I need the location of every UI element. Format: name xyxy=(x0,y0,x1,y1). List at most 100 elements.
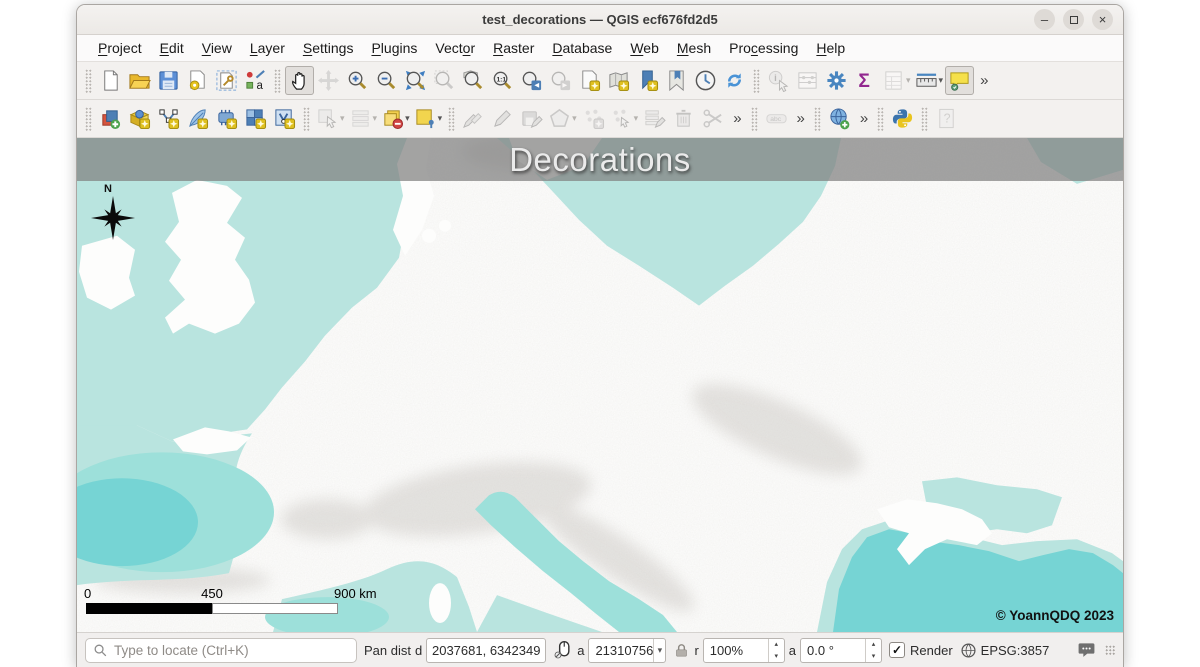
magnifier-spinner[interactable]: ▴▾ xyxy=(768,639,784,662)
locator-search[interactable] xyxy=(85,638,357,663)
new-geopackage-layer-button[interactable] xyxy=(125,104,154,133)
zoom-full-button[interactable] xyxy=(401,66,430,95)
menu-web[interactable]: Web xyxy=(621,37,668,59)
menu-plugins[interactable]: Plugins xyxy=(362,37,426,59)
new-virtual-layer-button[interactable] xyxy=(270,104,299,133)
scale-dropdown-arrow[interactable]: ▾ xyxy=(653,639,665,662)
vertex-tool-button[interactable] xyxy=(579,104,608,133)
zoom-in-button[interactable] xyxy=(343,66,372,95)
new-project-icon xyxy=(99,69,122,92)
rotation-spinner[interactable]: ▴▾ xyxy=(865,639,881,662)
zoom-out-button[interactable] xyxy=(372,66,401,95)
cut-features-button[interactable] xyxy=(698,104,727,133)
minimize-button[interactable]: – xyxy=(1034,9,1055,30)
menu-help[interactable]: Help xyxy=(807,37,854,59)
new-raster-layer-button[interactable] xyxy=(241,104,270,133)
pan-map-button[interactable] xyxy=(285,66,314,95)
zoom-last-button[interactable] xyxy=(517,66,546,95)
new-project-button[interactable] xyxy=(96,66,125,95)
render-checkbox[interactable]: ✓ xyxy=(889,642,905,658)
labels-toolbar-button[interactable]: abc xyxy=(762,104,791,133)
maximize-button[interactable] xyxy=(1063,9,1084,30)
project-properties-button[interactable] xyxy=(212,66,241,95)
vertex-tool-active-layer-button[interactable]: ▾ xyxy=(608,104,641,133)
measure-dropdown-arrow[interactable]: ▾ xyxy=(939,75,944,86)
crs-status[interactable]: EPSG:3857 xyxy=(960,642,1050,659)
temporal-controller-button[interactable] xyxy=(691,66,720,95)
map-canvas[interactable]: Decorations N 0 450 900 km © YoannQDQ 20… xyxy=(77,138,1123,632)
data-source-manager-icon xyxy=(99,107,122,130)
new-layout-template-button[interactable] xyxy=(183,66,212,95)
layout-manager-button[interactable] xyxy=(604,66,633,95)
locator-input[interactable] xyxy=(114,643,350,658)
add-polygon-button[interactable]: ▾ xyxy=(546,104,579,133)
select-features-dropdown-arrow[interactable]: ▾ xyxy=(340,113,345,124)
modify-attributes-button[interactable] xyxy=(640,104,669,133)
menu-view[interactable]: View xyxy=(193,37,241,59)
deselect-features-dropdown-arrow[interactable]: ▾ xyxy=(373,113,378,124)
title-bar[interactable]: test_decorations — QGIS ecf676fd2d5 – × xyxy=(77,5,1123,35)
new-spatialite-layer-button[interactable] xyxy=(183,104,212,133)
new-mesh-layer-button[interactable] xyxy=(212,104,241,133)
field-calculator-dropdown-arrow[interactable]: ▾ xyxy=(906,75,911,86)
mouse-extents-toggle[interactable] xyxy=(553,640,573,660)
measure-button[interactable]: ▾ xyxy=(913,66,946,95)
save-edits-button[interactable] xyxy=(517,104,546,133)
open-project-button[interactable] xyxy=(125,66,154,95)
coordinate-box[interactable]: 2037681, 6342349 xyxy=(426,638,546,663)
menu-project[interactable]: Project xyxy=(89,37,151,59)
new-shapefile-layer-button[interactable] xyxy=(154,104,183,133)
save-project-button[interactable] xyxy=(154,66,183,95)
open-layer-options-button[interactable]: ▾ xyxy=(379,104,412,133)
rotation-spinbox[interactable]: 0.0 ° ▴▾ xyxy=(800,638,882,663)
scale-combobox[interactable]: 21310756 ▾ xyxy=(588,638,666,663)
pan-to-selection-button[interactable] xyxy=(314,66,343,95)
statistics-button[interactable]: Σ xyxy=(851,66,880,95)
new-annotation-dropdown-arrow[interactable]: ▾ xyxy=(438,113,443,124)
processing-toolbox-button[interactable] xyxy=(822,66,851,95)
toolbar-overflow-button[interactable]: » xyxy=(791,110,810,127)
close-button[interactable]: × xyxy=(1092,9,1113,30)
zoom-to-layer-button[interactable] xyxy=(459,66,488,95)
metasearch-button[interactable] xyxy=(825,104,854,133)
resize-grip[interactable] xyxy=(1105,645,1115,655)
style-manager-button[interactable]: a xyxy=(241,66,270,95)
delete-selected-button[interactable] xyxy=(669,104,698,133)
attribute-table-button[interactable] xyxy=(793,66,822,95)
python-console-button[interactable] xyxy=(888,104,917,133)
zoom-next-button[interactable] xyxy=(546,66,575,95)
magnifier-spinbox[interactable]: 100% ▴▾ xyxy=(703,638,785,663)
vertex-tool-active-layer-dropdown-arrow[interactable]: ▾ xyxy=(634,113,639,124)
zoom-native-button[interactable]: 1:1 xyxy=(488,66,517,95)
new-annotation-button[interactable]: ▾ xyxy=(412,104,445,133)
toggle-editing-button[interactable] xyxy=(459,104,488,133)
help-contents-button[interactable]: ? xyxy=(932,104,961,133)
new-print-layout-button[interactable] xyxy=(575,66,604,95)
data-source-manager-button[interactable] xyxy=(96,104,125,133)
map-tips-button[interactable] xyxy=(945,66,974,95)
menu-processing[interactable]: Processing xyxy=(720,37,807,59)
open-layer-options-dropdown-arrow[interactable]: ▾ xyxy=(405,113,410,124)
field-calculator-button[interactable]: ▾ xyxy=(880,66,913,95)
zoom-to-selection-button[interactable] xyxy=(430,66,459,95)
messages-bubble-button[interactable] xyxy=(1077,641,1096,660)
select-features-button[interactable]: ▾ xyxy=(314,104,347,133)
refresh-button[interactable] xyxy=(720,66,749,95)
menu-edit[interactable]: Edit xyxy=(151,37,193,59)
lock-scale-icon[interactable] xyxy=(673,642,690,659)
show-bookmarks-button[interactable] xyxy=(662,66,691,95)
current-edits-button[interactable] xyxy=(488,104,517,133)
menu-mesh[interactable]: Mesh xyxy=(668,37,720,59)
menu-raster[interactable]: Raster xyxy=(484,37,543,59)
new-bookmark-button[interactable] xyxy=(633,66,662,95)
toolbar-overflow-button[interactable]: » xyxy=(854,110,873,127)
menu-database[interactable]: Database xyxy=(543,37,621,59)
menu-vector[interactable]: Vector xyxy=(426,37,484,59)
identify-features-button[interactable]: i xyxy=(764,66,793,95)
deselect-features-button[interactable]: ▾ xyxy=(347,104,380,133)
menu-layer[interactable]: Layer xyxy=(241,37,294,59)
toolbar-overflow-button[interactable]: » xyxy=(727,110,746,127)
menu-settings[interactable]: Settings xyxy=(294,37,363,59)
toolbar-overflow-button[interactable]: » xyxy=(974,72,993,89)
add-polygon-dropdown-arrow[interactable]: ▾ xyxy=(572,113,577,124)
